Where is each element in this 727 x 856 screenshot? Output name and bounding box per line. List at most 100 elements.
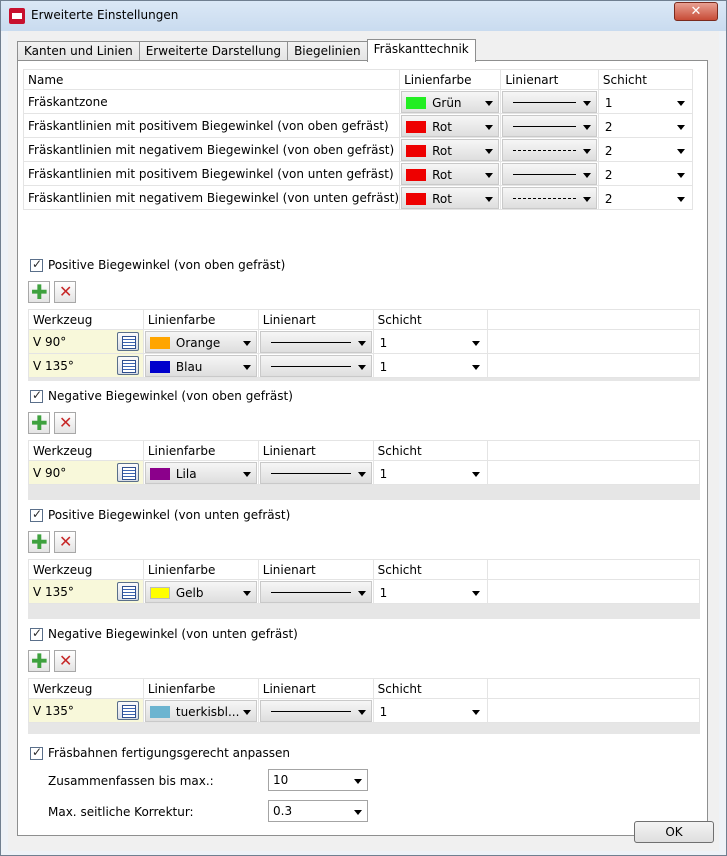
color-dropdown[interactable]: Rot bbox=[401, 186, 500, 209]
color-dropdown[interactable]: Gelb bbox=[144, 580, 257, 603]
add-button[interactable]: ✚ bbox=[28, 649, 50, 673]
linetype-dropdown[interactable] bbox=[502, 114, 597, 137]
color-dropdown[interactable]: Grün bbox=[401, 90, 500, 113]
column-header-linetype: Linienart bbox=[257, 559, 374, 580]
linetype-dropdown[interactable] bbox=[502, 90, 597, 113]
linetype-dropdown[interactable] bbox=[259, 699, 372, 722]
color-swatch bbox=[149, 467, 170, 480]
dropdown-arrow-icon bbox=[242, 340, 251, 346]
dropdown-arrow-icon bbox=[485, 172, 494, 178]
add-button[interactable]: ✚ bbox=[28, 530, 50, 554]
ok-button[interactable]: OK bbox=[634, 821, 714, 843]
tab-strip: Kanten und Linien Erweiterte Darstellung… bbox=[17, 39, 476, 62]
close-button[interactable]: ✕ bbox=[674, 2, 718, 21]
tab-fraeskanttechnik[interactable]: Fräskanttechnik bbox=[366, 39, 476, 62]
layer-dropdown[interactable]: 1 bbox=[374, 699, 487, 722]
zones-table: Name Linienfarbe Linienart Schicht Fräsk… bbox=[22, 69, 694, 210]
tool-select-icon[interactable] bbox=[116, 332, 139, 351]
dropdown-arrow-icon bbox=[677, 196, 685, 202]
delete-button[interactable]: ✕ bbox=[54, 281, 76, 303]
max-merge-dropdown[interactable]: 10 bbox=[268, 769, 368, 791]
section-checkbox[interactable] bbox=[30, 388, 43, 403]
layer-value: 1 bbox=[379, 359, 388, 374]
column-header-empty bbox=[487, 309, 700, 330]
section-checkbox[interactable] bbox=[30, 626, 43, 641]
column-header-layer: Schicht bbox=[372, 559, 489, 580]
column-header-tool: Werkzeug bbox=[28, 559, 144, 580]
section-positive-bottom: Positive Biegewinkel (von unten gefräst) bbox=[30, 507, 290, 522]
layer-dropdown[interactable]: 2 bbox=[599, 138, 691, 161]
layer-dropdown[interactable]: 1 bbox=[374, 580, 487, 603]
layer-dropdown[interactable]: 1 bbox=[374, 330, 487, 353]
linetype-dropdown[interactable] bbox=[259, 354, 372, 377]
tool-select-icon[interactable] bbox=[116, 356, 139, 375]
tab-kanten-und-linien[interactable]: Kanten und Linien bbox=[17, 41, 140, 62]
color-dropdown[interactable]: Orange bbox=[144, 330, 257, 353]
linetype-dropdown[interactable] bbox=[259, 580, 372, 603]
linetype-dropdown[interactable] bbox=[259, 330, 372, 353]
column-header-name: Name bbox=[22, 69, 401, 90]
layer-value: 1 bbox=[379, 335, 388, 350]
layer-value: 2 bbox=[604, 143, 613, 158]
color-swatch bbox=[406, 192, 427, 205]
color-dropdown[interactable]: tuerkisbl... bbox=[144, 699, 257, 722]
add-button[interactable]: ✚ bbox=[28, 411, 50, 435]
zone-row: Fräskantlinien mit negativem Biegewinkel… bbox=[22, 185, 694, 210]
tool-value: V 90° bbox=[33, 465, 67, 480]
delete-button[interactable]: ✕ bbox=[54, 650, 76, 672]
color-dropdown[interactable]: Rot bbox=[401, 138, 500, 161]
tab-biegelinien[interactable]: Biegelinien bbox=[287, 41, 368, 62]
delete-button[interactable]: ✕ bbox=[54, 412, 76, 434]
color-dropdown[interactable]: Lila bbox=[144, 461, 257, 484]
linetype-dropdown[interactable] bbox=[259, 461, 372, 484]
tab-erweiterte-darstellung[interactable]: Erweiterte Darstellung bbox=[138, 41, 289, 62]
color-swatch bbox=[149, 360, 170, 373]
zones-header-row: Name Linienfarbe Linienart Schicht bbox=[22, 69, 694, 90]
delete-button[interactable]: ✕ bbox=[54, 531, 76, 553]
column-header-color: Linienfarbe bbox=[142, 678, 259, 699]
title-bar: Erweiterte Einstellungen ✕ bbox=[1, 1, 726, 31]
zone-name: Fräskantlinien mit positivem Biegewinkel… bbox=[22, 113, 401, 138]
tool-row: V 135° tuerkisbl... 1 bbox=[28, 698, 700, 723]
layer-dropdown[interactable]: 1 bbox=[599, 90, 691, 113]
adjust-paths-checkbox[interactable] bbox=[30, 745, 43, 760]
solid-line-sample bbox=[270, 341, 351, 343]
dropdown-arrow-icon bbox=[485, 100, 494, 106]
color-dropdown[interactable]: Blau bbox=[144, 354, 257, 377]
linetype-dropdown[interactable] bbox=[502, 138, 597, 161]
tool-value: V 135° bbox=[33, 584, 74, 599]
layer-value: 2 bbox=[604, 167, 613, 182]
dropdown-arrow-icon bbox=[357, 590, 366, 596]
tool-cell[interactable]: V 135° bbox=[28, 353, 144, 378]
layer-dropdown[interactable]: 1 bbox=[374, 461, 487, 484]
linetype-dropdown[interactable] bbox=[502, 162, 597, 185]
tool-select-icon[interactable] bbox=[116, 701, 139, 720]
color-value: Rot bbox=[432, 191, 452, 206]
layer-dropdown[interactable]: 1 bbox=[374, 354, 487, 377]
tool-cell[interactable]: V 90° bbox=[28, 329, 144, 354]
tool-select-icon[interactable] bbox=[116, 582, 139, 601]
plus-icon: ✚ bbox=[31, 280, 48, 304]
layer-dropdown[interactable]: 2 bbox=[599, 186, 691, 209]
layer-dropdown[interactable]: 2 bbox=[599, 162, 691, 185]
dropdown-arrow-icon bbox=[582, 172, 591, 178]
solid-line-sample bbox=[513, 173, 576, 175]
layer-dropdown[interactable]: 2 bbox=[599, 114, 691, 137]
tool-cell[interactable]: V 135° bbox=[28, 579, 144, 604]
section-checkbox[interactable] bbox=[30, 257, 43, 272]
tool-cell[interactable]: V 135° bbox=[28, 698, 144, 723]
empty-cell bbox=[487, 353, 700, 378]
color-dropdown[interactable]: Rot bbox=[401, 114, 500, 137]
zone-name: Fräskantlinien mit negativem Biegewinkel… bbox=[22, 185, 401, 210]
tool-header-row: Werkzeug Linienfarbe Linienart Schicht bbox=[28, 678, 700, 699]
section-checkbox[interactable] bbox=[30, 507, 43, 522]
tool-cell[interactable]: V 90° bbox=[28, 460, 144, 485]
color-value: Rot bbox=[432, 143, 452, 158]
max-correction-dropdown[interactable]: 0.3 bbox=[268, 800, 368, 822]
tool-select-icon[interactable] bbox=[116, 463, 139, 482]
add-button[interactable]: ✚ bbox=[28, 280, 50, 304]
section-positive-top: Positive Biegewinkel (von oben gefräst) bbox=[30, 257, 285, 272]
color-dropdown[interactable]: Rot bbox=[401, 162, 500, 185]
column-header-layer: Schicht bbox=[372, 678, 489, 699]
linetype-dropdown[interactable] bbox=[502, 186, 597, 209]
